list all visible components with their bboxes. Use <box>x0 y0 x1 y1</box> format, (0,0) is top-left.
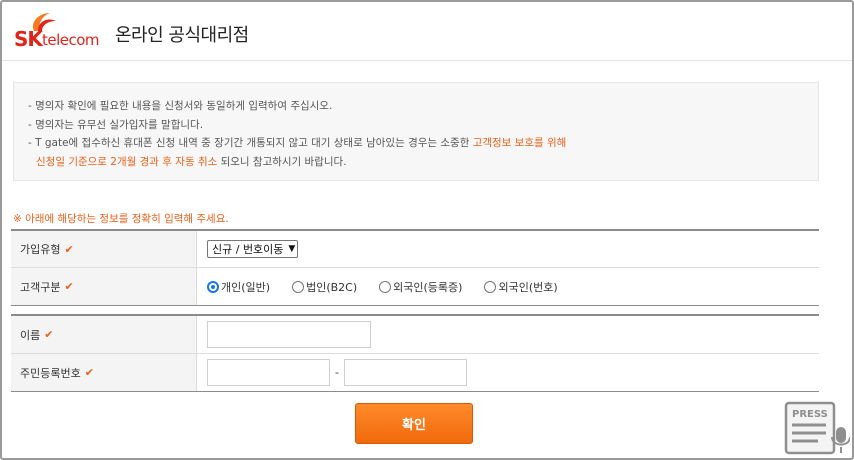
radio-label: 법인(B2C) <box>306 280 358 294</box>
confirm-button[interactable]: 확인 <box>355 403 473 444</box>
notice-line: - 명의자는 유무선 실가입자를 말합니다. <box>28 118 204 131</box>
notice-line: - T gate에 접수하신 휴대폰 신청 내역 중 장기간 개통되지 않고 대… <box>28 134 804 153</box>
chevron-down-icon: ▼ <box>288 244 296 254</box>
join-type-label-cell: 가입유형 ✔ <box>11 231 197 267</box>
page-title: 온라인 공식대리점 <box>115 25 249 46</box>
radio-label: 개인(일반) <box>221 280 271 294</box>
join-type-label: 가입유형 <box>20 243 61 256</box>
notice-line: 신청일 기준으로 2개월 경과 후 자동 취소 되오니 참고하시기 바랍니다. <box>28 153 804 172</box>
name-row: 이름 ✔ <box>11 316 819 354</box>
header: SK telecom 온라인 공식대리점 <box>12 8 249 54</box>
notice-box: - 명의자 확인에 필요한 내용을 신청서와 동일하게 입력하여 주십시오. -… <box>13 82 819 181</box>
customer-type-label: 고객구분 <box>20 280 61 294</box>
notice-highlight: 고객정보 보호를 위해 <box>472 137 567 149</box>
ssn-front-input[interactable] <box>207 359 330 386</box>
ssn-value-cell: - <box>197 354 819 391</box>
radio-label: 외국인(등록증) <box>393 280 463 294</box>
required-check-icon: ✔ <box>44 328 54 341</box>
subscription-table: 가입유형 ✔ 신규 / 번호이동 ▼ 고객구분 ✔ 개인(일반) 법인(B2C)… <box>11 229 819 306</box>
header-divider <box>2 60 852 61</box>
ssn-separator: - <box>335 366 339 379</box>
radio-foreigner-number[interactable]: 외국인(번호) <box>484 279 558 295</box>
name-value-cell <box>197 316 819 353</box>
press-badge-icon: PRESS <box>784 401 850 455</box>
radio-foreigner-card[interactable]: 외국인(등록증) <box>379 279 462 295</box>
ssn-label-cell: 주민등록번호 ✔ <box>11 354 197 391</box>
name-label: 이름 <box>20 328 41 342</box>
logo-sk-text: SK <box>14 27 43 51</box>
logo-telecom-text: telecom <box>42 31 100 49</box>
required-check-icon: ✔ <box>64 280 74 293</box>
radio-dot[interactable] <box>379 280 392 293</box>
name-input[interactable] <box>207 321 371 348</box>
radio-dot[interactable] <box>292 280 305 293</box>
join-type-value-cell: 신규 / 번호이동 ▼ <box>197 231 819 267</box>
sk-telecom-logo: SK telecom <box>12 11 107 51</box>
notice-text: - T gate에 접수하신 휴대폰 신청 내역 중 장기간 개통되지 않고 대… <box>28 137 473 149</box>
radio-dot[interactable] <box>484 280 497 293</box>
radio-dot[interactable] <box>207 280 219 293</box>
radio-individual[interactable]: 개인(일반) <box>207 279 270 295</box>
ssn-label: 주민등록번호 <box>20 366 81 380</box>
join-type-select[interactable]: 신규 / 번호이동 ▼ <box>207 240 299 258</box>
press-badge-text: PRESS <box>792 409 828 420</box>
join-type-row: 가입유형 ✔ 신규 / 번호이동 ▼ <box>11 231 819 268</box>
radio-label: 외국인(번호) <box>498 280 558 294</box>
notice-text: 되오니 참고하시기 바랍니다. <box>217 155 347 168</box>
required-check-icon: ✔ <box>64 242 74 256</box>
required-check-icon: ✔ <box>84 366 94 379</box>
join-type-selected: 신규 / 번호이동 <box>212 243 284 256</box>
warning-text: ※ 아래에 해당하는 정보를 정확히 입력해 주세요. <box>13 213 229 225</box>
customer-type-row: 고객구분 ✔ 개인(일반) 법인(B2C) 외국인(등록증) 외국인(번호) <box>11 268 819 306</box>
name-label-cell: 이름 ✔ <box>11 316 197 353</box>
customer-type-label-cell: 고객구분 ✔ <box>11 268 197 305</box>
notice-highlight: 신청일 기준으로 2개월 경과 후 자동 취소 <box>36 155 218 168</box>
notice-line: - 명의자 확인에 필요한 내용을 신청서와 동일하게 입력하여 주십시오. <box>28 100 333 112</box>
radio-corporate[interactable]: 법인(B2C) <box>292 279 357 295</box>
ssn-back-input[interactable] <box>343 359 467 386</box>
customer-type-value-cell: 개인(일반) 법인(B2C) 외국인(등록증) 외국인(번호) <box>197 268 819 305</box>
ssn-row: 주민등록번호 ✔ - <box>11 354 819 392</box>
identity-table: 이름 ✔ 주민등록번호 ✔ - <box>11 314 819 392</box>
